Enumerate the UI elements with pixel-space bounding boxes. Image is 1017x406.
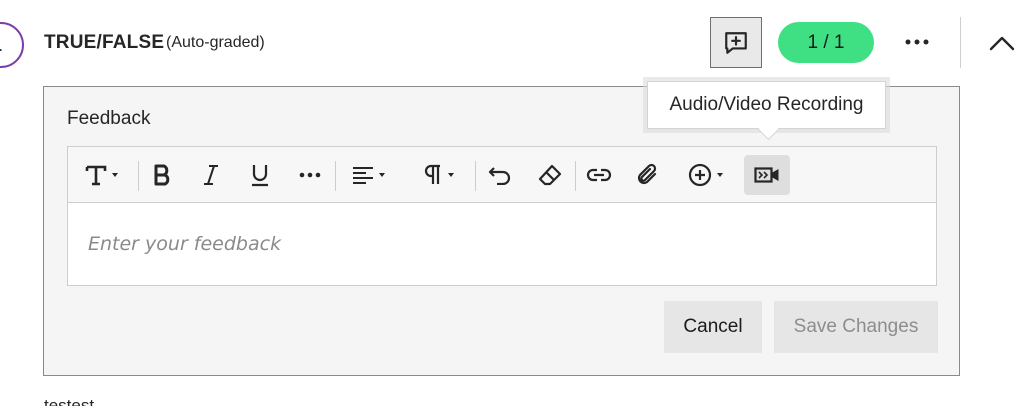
align-left-icon (352, 167, 373, 184)
more-icon (905, 39, 929, 45)
toolbar-separator (475, 161, 476, 191)
toolbar-separator (138, 161, 139, 191)
feedback-editor (67, 146, 937, 286)
attach-file-button[interactable] (631, 155, 665, 195)
italic-icon (204, 165, 218, 185)
video-recording-icon (754, 167, 779, 183)
underline-button[interactable] (243, 155, 277, 195)
grading-mode-label: (Auto-graded) (166, 34, 265, 51)
undo-button[interactable] (483, 155, 517, 195)
insert-content-button[interactable] (680, 155, 730, 195)
toolbar-separator (335, 161, 336, 191)
bold-button[interactable] (146, 155, 180, 195)
paragraph-icon (424, 164, 440, 184)
feedback-label: Feedback (67, 108, 151, 129)
insert-content-caret-icon (716, 173, 723, 177)
feedback-input[interactable] (68, 203, 936, 285)
question-number: 1 (0, 35, 2, 56)
audio-video-recording-button[interactable] (744, 155, 790, 195)
header-divider (960, 17, 961, 68)
score-value: 1 / 1 (807, 31, 845, 53)
score-pill[interactable]: 1 / 1 (778, 22, 874, 63)
alignment-button[interactable] (343, 155, 393, 195)
collapse-button[interactable] (982, 24, 1017, 62)
answer-preview-text: testest (44, 396, 95, 406)
paperclip-icon (637, 163, 657, 185)
editor-toolbar (68, 147, 936, 203)
chevron-up-icon (989, 36, 1015, 51)
text-style-caret-icon (111, 173, 118, 177)
bold-icon (154, 164, 170, 186)
tooltip-text: Audio/Video Recording (669, 94, 864, 115)
link-icon (586, 168, 612, 182)
text-style-icon (85, 165, 106, 186)
plus-circle-icon (688, 163, 711, 187)
cancel-button[interactable]: Cancel (664, 301, 762, 353)
undo-icon (488, 167, 511, 185)
eraser-icon (538, 164, 562, 186)
alignment-caret-icon (378, 173, 385, 177)
paragraph-caret-icon (447, 173, 454, 177)
more-formatting-icon (299, 172, 321, 178)
insert-link-button[interactable] (582, 155, 616, 195)
clear-formatting-button[interactable] (533, 155, 567, 195)
underline-icon (252, 165, 268, 187)
question-grading-page: 1 TRUE/FALSE (Auto-graded) 1 / 1 Feedbac… (0, 0, 1017, 406)
add-feedback-button[interactable] (710, 17, 762, 68)
more-options-button[interactable] (896, 26, 938, 58)
italic-button[interactable] (194, 155, 228, 195)
add-feedback-icon (725, 31, 747, 54)
text-style-button[interactable] (78, 155, 124, 195)
audio-video-tooltip: Audio/Video Recording (647, 81, 886, 129)
feedback-panel: Feedback Enter your feedback Cancel Save… (43, 86, 960, 376)
question-number-badge: 1 (0, 22, 24, 68)
paragraph-button[interactable] (415, 155, 461, 195)
save-changes-button[interactable]: Save Changes (774, 301, 938, 353)
toolbar-separator (575, 161, 576, 191)
more-formatting-button[interactable] (293, 155, 327, 195)
question-type-label: TRUE/FALSE (44, 32, 165, 53)
